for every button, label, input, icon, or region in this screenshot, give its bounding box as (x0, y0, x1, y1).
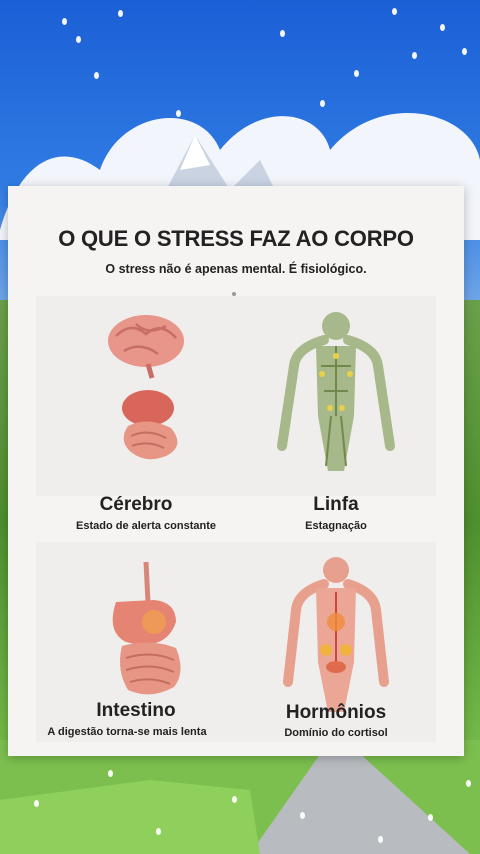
linfa-label: Linfa (313, 494, 359, 515)
intestine-icon (112, 561, 181, 695)
panel-cerebro (36, 296, 236, 496)
snowflake (320, 100, 325, 107)
snowflake (34, 800, 39, 807)
snowflake (412, 52, 417, 59)
info-card: O QUE O STRESS FAZ AO CORPO O stress não… (8, 186, 464, 756)
card-title: O QUE O STRESS FAZ AO CORPO (58, 226, 414, 251)
snowflake (392, 8, 397, 15)
snowflake (300, 812, 305, 819)
snowflake (354, 70, 359, 77)
snowflake (232, 796, 237, 803)
linfa-description: Estagnação (305, 520, 367, 532)
hormonios-label: Hormônios (285, 702, 387, 723)
snowflake (94, 72, 99, 79)
cerebro-description: Estado de alerta constante (76, 520, 216, 532)
snowflake (156, 828, 161, 835)
intestino-description: A digestão torna-se mais lenta (47, 726, 207, 738)
snowflake (176, 110, 181, 117)
snowflake (76, 36, 81, 43)
snowflake (62, 18, 67, 25)
panel-linfa (236, 296, 436, 496)
intestino-label: Intestino (96, 700, 176, 721)
hormonios-description: Domínio do cortisol (284, 727, 388, 739)
snowflake (466, 780, 471, 787)
snowflake (440, 24, 445, 31)
road (0, 740, 480, 854)
snowflake (428, 814, 433, 821)
snowflake (108, 770, 113, 777)
snowflake (280, 30, 285, 37)
hormone-body-icon (283, 557, 389, 712)
brain-gut-icon (108, 315, 184, 460)
lymph-body-icon (277, 312, 395, 471)
snowflake (118, 10, 123, 17)
snowflake (378, 836, 383, 843)
cerebro-label: Cérebro (99, 494, 173, 515)
snowflake (462, 48, 467, 55)
card-subtitle: O stress não é apenas mental. É fisiológ… (105, 262, 367, 276)
